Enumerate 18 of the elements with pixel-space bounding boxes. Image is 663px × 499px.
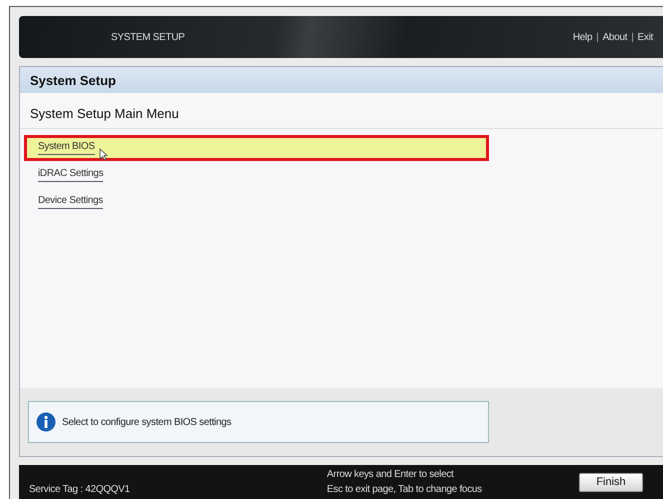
header-link[interactable]: Exit — [638, 32, 653, 42]
menu-item[interactable]: System BIOS — [24, 135, 489, 161]
key-hint: Arrow keys and Enter to select — [326, 469, 455, 480]
panel-title: System Setup — [20, 67, 663, 93]
header-title: SYSTEM SETUP — [111, 32, 185, 42]
link-separator: | — [596, 32, 599, 42]
menu-item[interactable]: Device Settings — [24, 189, 489, 215]
menu-item[interactable]: iDRAC Settings — [24, 162, 489, 188]
info-text: Select to configure system BIOS settings — [62, 416, 232, 428]
key-hint: Esc to exit page, Tab to change focus — [326, 484, 482, 495]
link-separator: | — [631, 32, 634, 42]
service-tag: Service Tag : 42QQQV1 — [29, 484, 130, 499]
finish-button[interactable]: Finish — [578, 472, 643, 492]
header-link[interactable]: Help — [572, 32, 592, 42]
header-link[interactable]: About — [602, 32, 628, 42]
cursor-icon — [98, 148, 108, 160]
menu-heading: System Setup Main Menu — [20, 93, 663, 129]
info-icon — [36, 412, 56, 432]
